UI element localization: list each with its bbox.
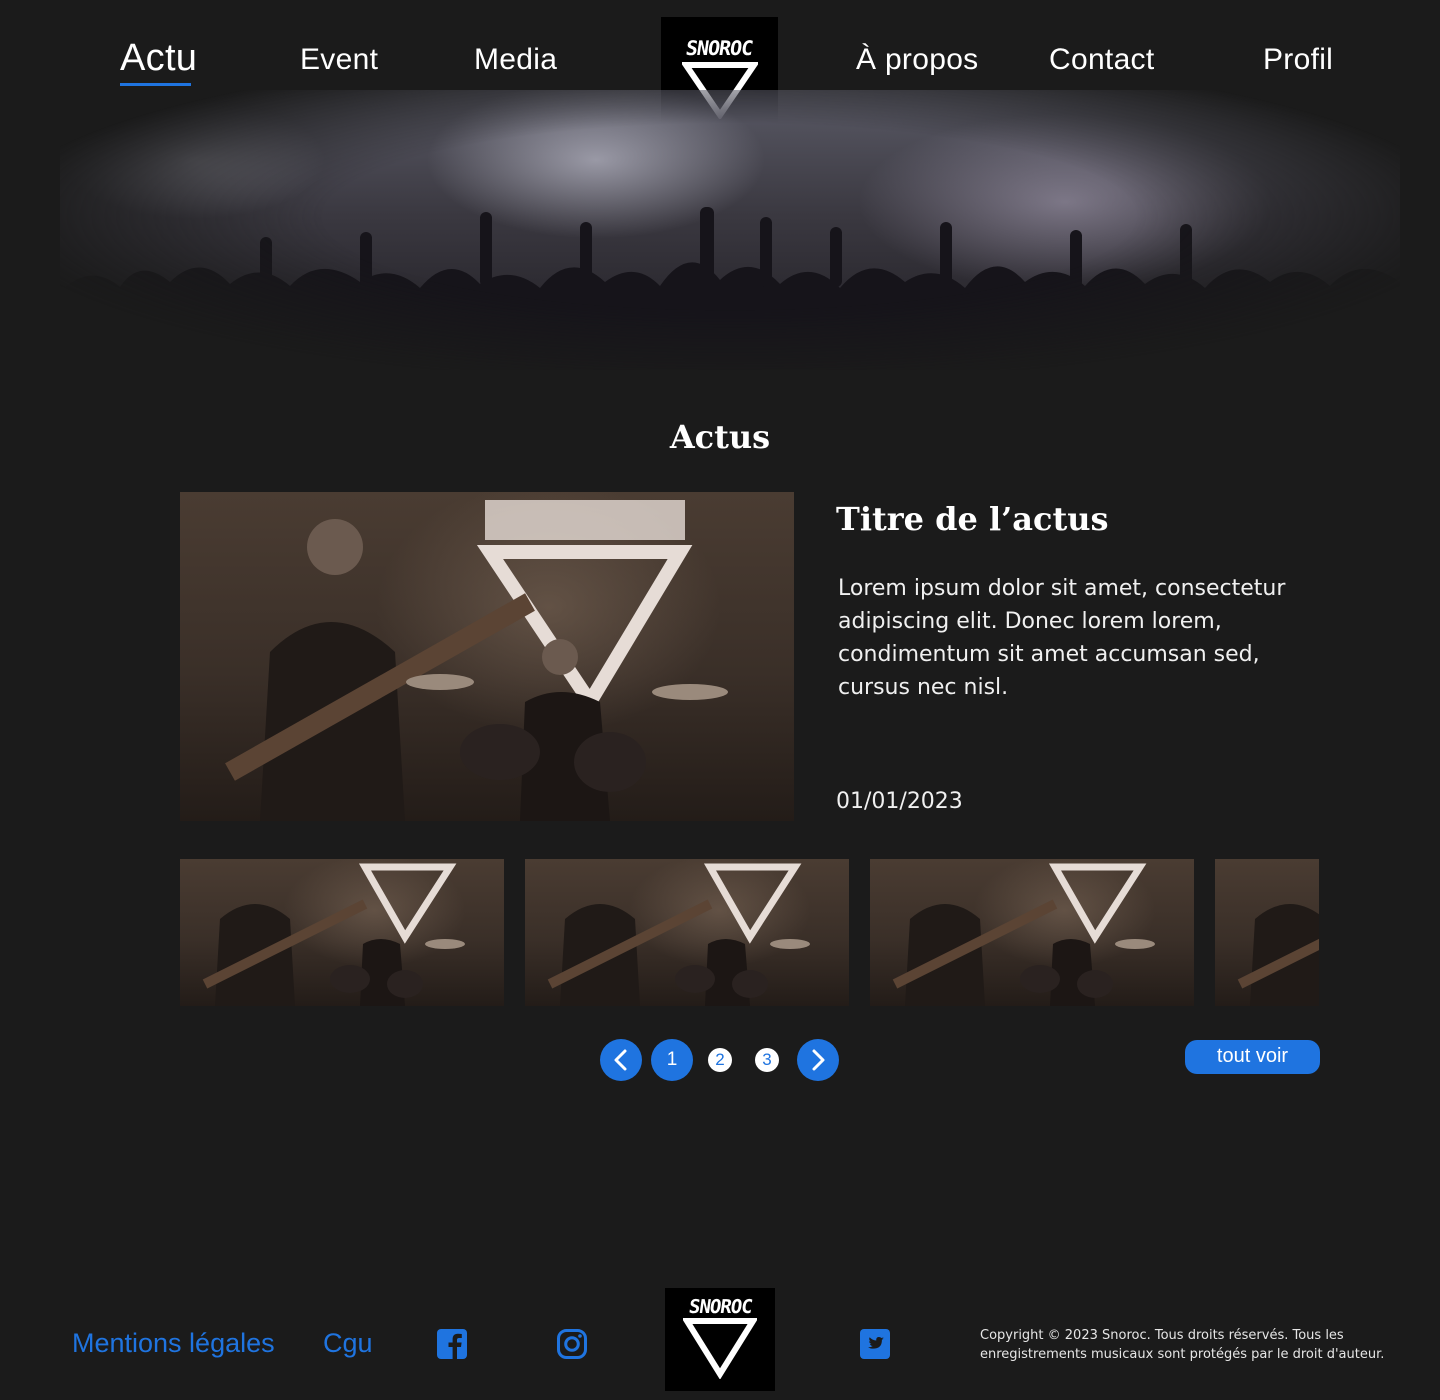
thumbnail-item[interactable]: [1215, 859, 1319, 1006]
footer-link-cgu[interactable]: Cgu: [323, 1328, 373, 1359]
facebook-icon[interactable]: [436, 1328, 468, 1360]
nav-item-media[interactable]: Media: [474, 40, 557, 80]
chevron-left-icon: [614, 1049, 627, 1071]
pagination-page-2[interactable]: 2: [708, 1048, 732, 1072]
article-title[interactable]: Titre de l’actus: [836, 500, 1109, 538]
nav-item-actu[interactable]: Actu: [120, 38, 197, 78]
thumbnail-item[interactable]: [870, 859, 1194, 1006]
nav-item-profil[interactable]: Profil: [1263, 40, 1333, 80]
instagram-icon[interactable]: [556, 1328, 588, 1360]
nav-item-contact[interactable]: Contact: [1049, 40, 1155, 80]
article-excerpt: Lorem ipsum dolor sit amet, consectetur …: [838, 576, 1286, 700]
section-title: Actus: [669, 418, 771, 456]
footer-link-mentions-legales[interactable]: Mentions légales: [72, 1328, 275, 1359]
crowd-silhouette: [60, 207, 1400, 370]
thumbnail-item[interactable]: [180, 859, 504, 1006]
nav-active-underline: [120, 83, 191, 86]
see-all-button[interactable]: tout voir: [1185, 1040, 1320, 1074]
nav-item-a-propos[interactable]: À propos: [856, 40, 978, 80]
featured-article-image[interactable]: [180, 492, 794, 821]
pagination-page-3[interactable]: 3: [755, 1048, 779, 1072]
band-photo-illustration: [202, 863, 465, 1006]
copyright-text: Copyright © 2023 Snoroc. Tous droits rés…: [980, 1328, 1385, 1362]
nav-item-event[interactable]: Event: [300, 40, 378, 80]
pagination-prev-button[interactable]: [600, 1039, 642, 1081]
pagination-page-1[interactable]: 1: [651, 1039, 693, 1081]
chevron-right-icon: [812, 1049, 825, 1071]
twitter-icon[interactable]: [859, 1328, 891, 1360]
thumbnail-carousel: [180, 859, 1319, 1006]
thumbnail-item[interactable]: [525, 859, 849, 1006]
band-photo-illustration: [547, 863, 810, 1006]
band-photo-illustration: [1237, 904, 1319, 1006]
band-photo-illustration: [225, 500, 728, 821]
logo-wordmark: SNOROC: [684, 36, 755, 60]
logo-wordmark: SNOROC: [687, 1296, 753, 1318]
pagination-next-button[interactable]: [797, 1039, 839, 1081]
article-date: 01/01/2023: [836, 789, 963, 814]
band-photo-illustration: [892, 863, 1155, 1006]
hero-concert-image: [60, 90, 1400, 370]
logo-triangle-icon: [683, 1318, 757, 1379]
footer-logo[interactable]: SNOROC: [665, 1288, 775, 1391]
